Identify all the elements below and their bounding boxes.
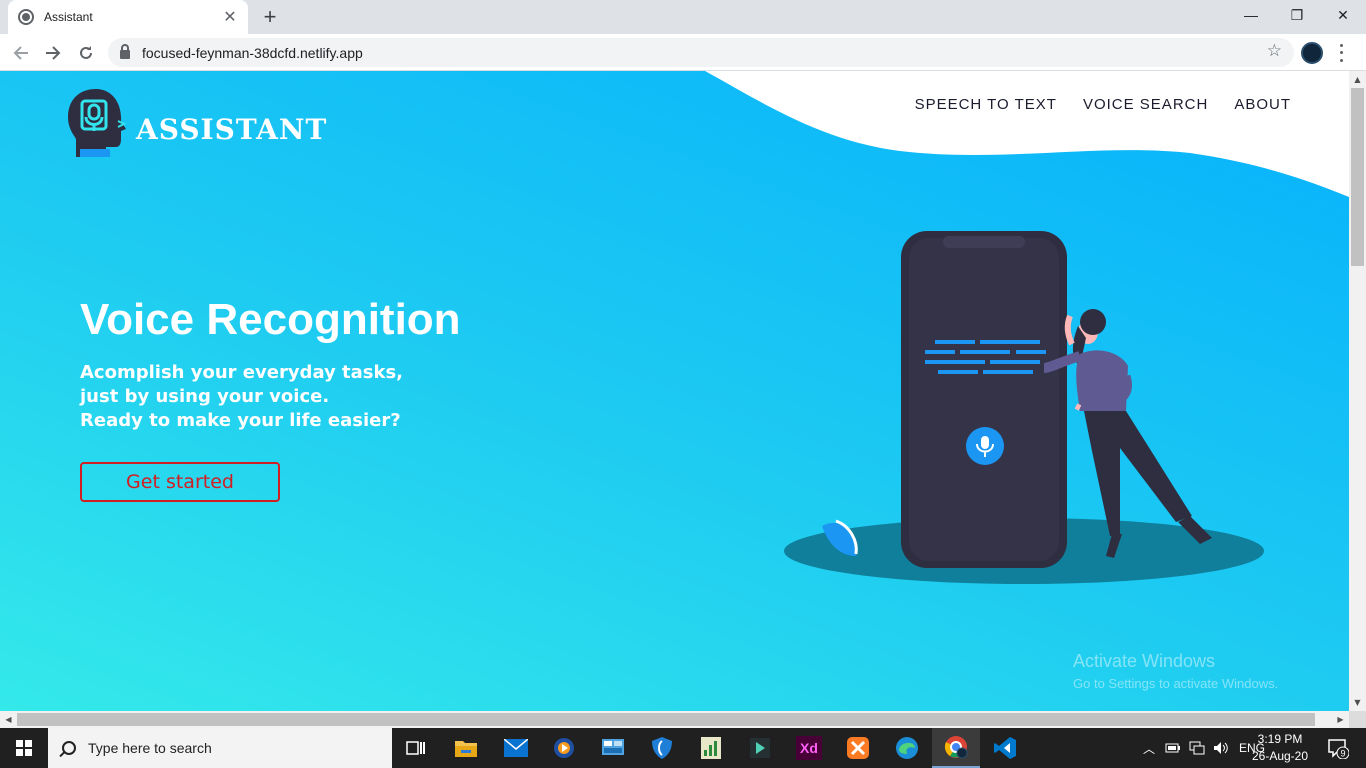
brand-name: Assistant (136, 112, 328, 146)
chrome-browser-icon[interactable] (932, 728, 980, 768)
defender-shield-icon[interactable] (638, 728, 686, 768)
brand-logo[interactable]: Assistant (66, 87, 327, 159)
horizontal-scroll-thumb[interactable] (17, 713, 1315, 726)
vertical-scroll-thumb[interactable] (1351, 88, 1364, 266)
back-arrow-icon[interactable] (8, 40, 34, 66)
taskbar-search-box[interactable]: Type here to search (48, 728, 392, 768)
nav-about[interactable]: ABOUT (1234, 96, 1291, 113)
page-viewport: Assistant SPEECH TO TEXT VOICE SEARCH AB… (0, 71, 1349, 711)
search-icon (62, 741, 76, 755)
browser-tab[interactable]: Assistant ✕ (8, 0, 248, 34)
close-window-button[interactable]: ✕ (1320, 0, 1366, 30)
notification-center-icon[interactable]: 9 (1318, 728, 1358, 768)
system-tray: ︿ ENG (1143, 728, 1265, 768)
mail-icon[interactable] (492, 728, 540, 768)
hero-title: Voice Recognition (80, 295, 461, 344)
bookmark-star-icon[interactable]: ☆ (1267, 41, 1282, 61)
browser-menu-icon[interactable] (1336, 42, 1346, 64)
hero-subtitle-line: Ready to make your life easier? (80, 410, 401, 431)
vscode-icon[interactable] (981, 728, 1029, 768)
windows-start-icon[interactable] (0, 728, 48, 768)
edge-browser-icon[interactable] (883, 728, 931, 768)
network-icon[interactable] (1189, 741, 1205, 755)
clock-date: 26-Aug-20 (1251, 749, 1309, 763)
voice-assistant-illustration (784, 231, 1264, 584)
hero-subtitle: Acomplish your everyday tasks, just by u… (80, 361, 403, 433)
assistant-head-icon (68, 89, 127, 157)
new-tab-button[interactable]: + (258, 5, 282, 29)
windows-taskbar: Type here to search Xd ︿ ENG 3:19 PM 26-… (0, 728, 1366, 768)
lock-icon (120, 44, 130, 59)
tab-close-icon[interactable]: ✕ (222, 7, 238, 27)
file-explorer-icon[interactable] (442, 728, 490, 768)
scroll-up-icon[interactable]: ▲ (1349, 71, 1366, 88)
hero-subtitle-line: just by using your voice. (80, 386, 330, 407)
scroll-right-icon[interactable]: ▶ (1332, 711, 1349, 728)
forward-arrow-icon[interactable] (40, 40, 66, 66)
control-panel-icon[interactable] (589, 728, 637, 768)
task-view-icon[interactable] (392, 728, 440, 768)
battery-icon[interactable] (1165, 742, 1181, 754)
tab-title: Assistant (44, 10, 93, 24)
svg-text:Xd: Xd (800, 740, 818, 756)
spreadsheet-icon[interactable] (687, 728, 735, 768)
xampp-icon[interactable] (834, 728, 882, 768)
filmora-icon[interactable] (736, 728, 784, 768)
nav-voice-search[interactable]: VOICE SEARCH (1083, 96, 1208, 113)
vertical-scrollbar[interactable]: ▲ ▼ (1349, 71, 1366, 711)
clock-time: 3:19 PM (1257, 732, 1303, 746)
address-bar[interactable]: focused-feynman-38dcfd.netlify.app ☆ (108, 38, 1294, 67)
site-nav: SPEECH TO TEXT VOICE SEARCH ABOUT (915, 96, 1291, 113)
minimize-button[interactable]: — (1228, 0, 1274, 30)
watermark-title: Activate Windows (1073, 651, 1216, 671)
restore-button[interactable]: ❐ (1274, 0, 1320, 30)
profile-avatar[interactable] (1301, 42, 1323, 64)
horizontal-scrollbar[interactable]: ◀ ▶ (0, 711, 1349, 728)
watermark-subtitle: Go to Settings to activate Windows. (1073, 676, 1279, 691)
adobe-xd-icon[interactable]: Xd (785, 728, 833, 768)
chevron-up-icon[interactable]: ︿ (1143, 740, 1155, 757)
taskbar-clock[interactable]: 3:19 PM 26-Aug-20 (1248, 731, 1312, 765)
volume-icon[interactable] (1213, 741, 1229, 755)
url-text: focused-feynman-38dcfd.netlify.app (142, 44, 363, 61)
scroll-down-icon[interactable]: ▼ (1349, 694, 1366, 711)
notification-count: 9 (1341, 749, 1346, 759)
browser-toolbar: focused-feynman-38dcfd.netlify.app ☆ (0, 34, 1366, 71)
nav-speech-to-text[interactable]: SPEECH TO TEXT (915, 96, 1057, 113)
taskbar-search-placeholder: Type here to search (88, 740, 212, 756)
media-player-icon[interactable] (540, 728, 588, 768)
activate-windows-watermark: Activate Windows Go to Settings to activ… (1073, 651, 1278, 691)
scroll-left-icon[interactable]: ◀ (0, 711, 17, 728)
scrollbar-corner (1349, 711, 1366, 728)
hero-subtitle-line: Acomplish your everyday tasks, (80, 362, 404, 383)
browser-tab-strip: Assistant ✕ + — ❐ ✕ (0, 0, 1366, 34)
reload-icon[interactable] (73, 40, 99, 66)
globe-icon (18, 9, 34, 25)
get-started-button[interactable]: Get started (80, 462, 280, 502)
